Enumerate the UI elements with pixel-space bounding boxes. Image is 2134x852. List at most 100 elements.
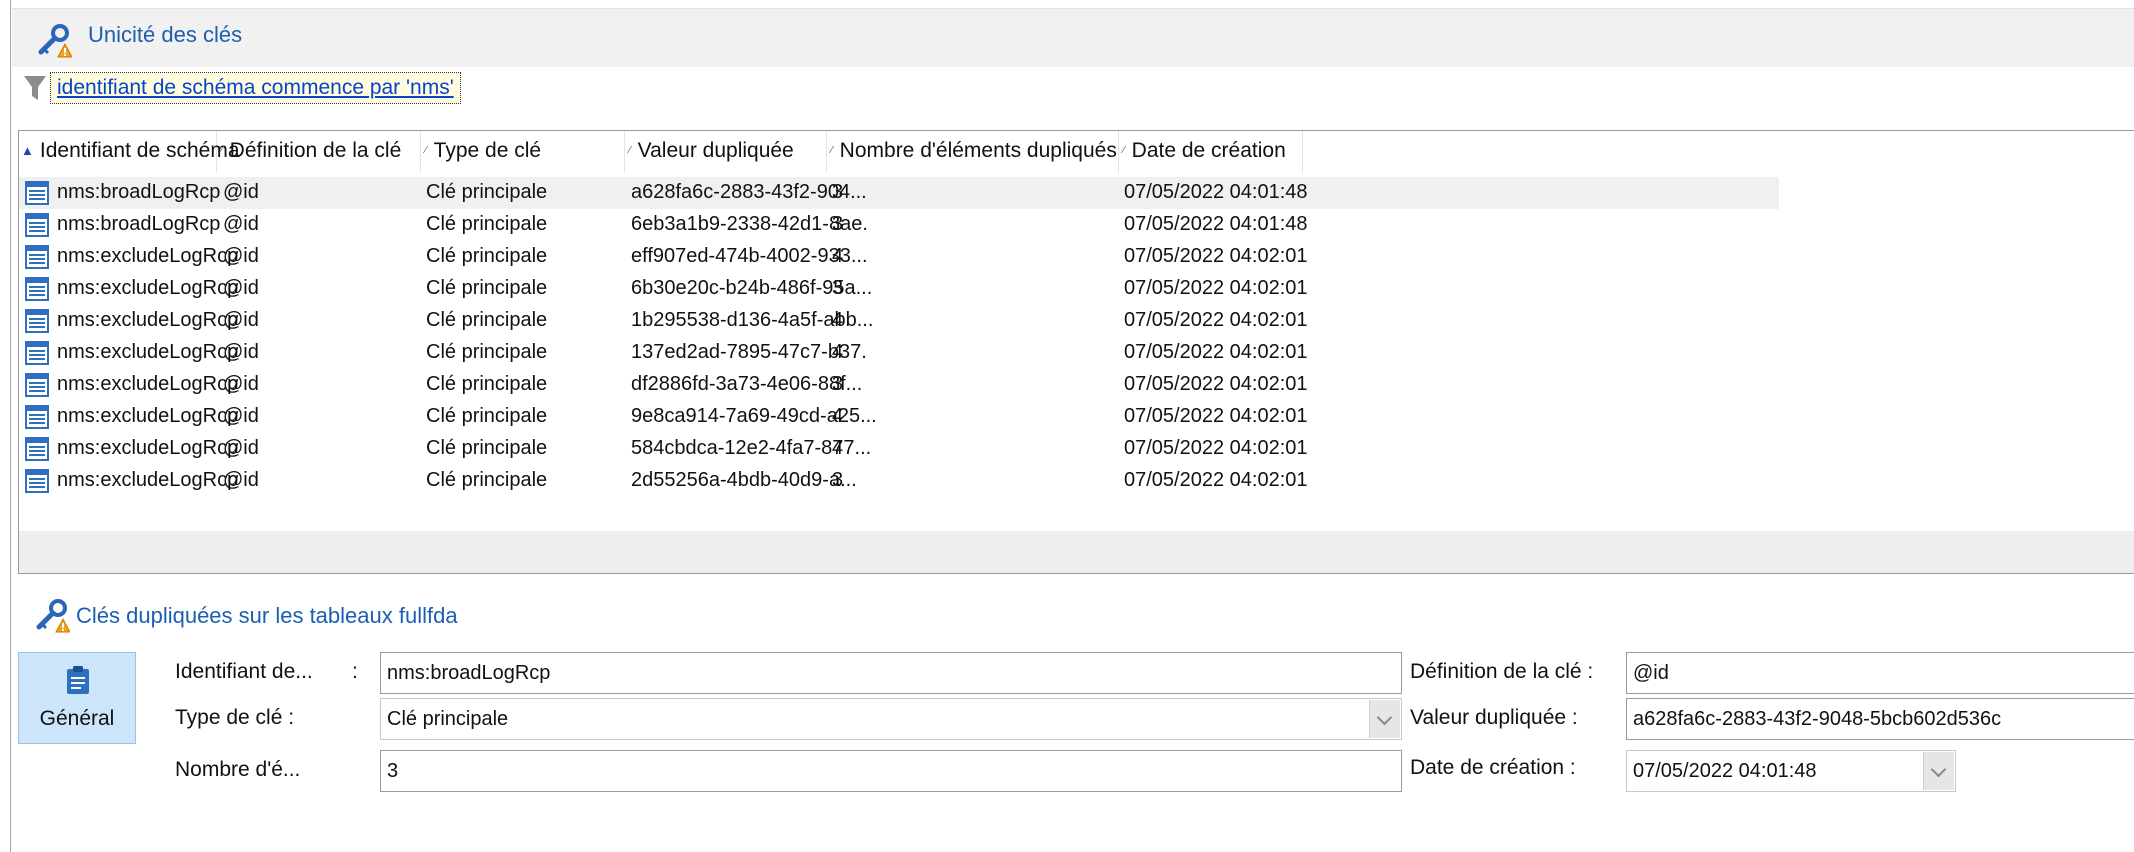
cell-creation-date: 07/05/2022 04:02:01 — [1124, 437, 1308, 459]
filter-link[interactable]: identifiant de schéma commence par 'nms' — [50, 72, 461, 104]
table-document-icon — [25, 405, 49, 429]
table-document-icon — [25, 277, 49, 301]
table-row[interactable]: nms:broadLogRcp @id Clé principale a628fa6c… — [19, 177, 1779, 209]
key-warning-icon — [38, 24, 72, 58]
table-row[interactable]: nms:excludeLogRcp @id Clé principale 2d5525… — [19, 465, 1779, 497]
column-header-duplicate-count[interactable]: ⁄ Nombre d'éléments dupliqués — [827, 131, 1119, 173]
cell-creation-date: 07/05/2022 04:02:01 — [1124, 373, 1308, 395]
table-document-icon — [25, 437, 49, 461]
cell-key-definition: @id — [223, 213, 259, 235]
table-document-icon — [25, 245, 49, 269]
chevron-down-icon[interactable] — [1369, 700, 1400, 738]
cell-schema: nms:excludeLogRcp — [57, 245, 239, 267]
table-row[interactable]: nms:excludeLogRcp @id Clé principale 1b2955… — [19, 305, 1779, 337]
key-warning-icon — [36, 599, 70, 633]
table-document-icon — [25, 469, 49, 493]
cell-schema: nms:excludeLogRcp — [57, 373, 239, 395]
cell-schema: nms:excludeLogRcp — [57, 405, 239, 427]
table-row[interactable]: nms:broadLogRcp @id Clé principale 6eb3a1b9… — [19, 209, 1779, 241]
column-header-key-type[interactable]: ⁄ Type de clé — [421, 131, 625, 173]
cell-creation-date: 07/05/2022 04:02:01 — [1124, 277, 1308, 299]
cell-duplicate-count: 3 — [832, 181, 844, 203]
column-header-key-definition[interactable]: ⁄ Définition de la clé — [217, 131, 421, 173]
creation-date-value: 07/05/2022 04:01:48 — [1633, 760, 1817, 782]
sortable-icon: ⁄ — [629, 145, 631, 157]
cell-key-definition: @id — [223, 341, 259, 363]
table-row[interactable]: nms:excludeLogRcp @id Clé principale df2886… — [19, 369, 1779, 401]
column-header-creation-date[interactable]: ⁄ Date de création — [1119, 131, 1303, 173]
cell-key-definition: @id — [223, 309, 259, 331]
sortable-icon: ⁄ — [221, 145, 223, 157]
cell-schema: nms:excludeLogRcp — [57, 277, 239, 299]
cell-key-definition: @id — [223, 373, 259, 395]
key-type-select[interactable]: Clé principale — [380, 698, 1402, 740]
section-title: Unicité des clés — [88, 22, 243, 47]
table-document-icon — [25, 341, 49, 365]
sortable-icon: ⁄ — [1123, 145, 1125, 157]
table-row[interactable]: nms:excludeLogRcp @id Clé principale 584cbd… — [19, 433, 1779, 465]
chevron-down-icon[interactable] — [1923, 752, 1954, 790]
creation-date-label: Date de création : — [1410, 756, 1576, 779]
sortable-icon: ⁄ — [831, 145, 833, 157]
cell-duplicate-value: 2d55256a-4bdb-40d9-a... — [631, 469, 857, 491]
sortable-icon: ⁄ — [425, 145, 427, 157]
table-document-icon — [25, 309, 49, 333]
count-field[interactable] — [380, 750, 1402, 792]
cell-key-definition: @id — [223, 405, 259, 427]
grid-header: ▲ Identifiant de schéma ⁄ Définition de la… — [19, 131, 2134, 173]
table-row[interactable]: nms:excludeLogRcp @id Clé principale 137ed2… — [19, 337, 1779, 369]
cell-duplicate-count: 4 — [832, 309, 844, 331]
cell-key-type: Clé principale — [426, 437, 548, 459]
grid-empty-area — [19, 531, 2134, 573]
cell-duplicate-count: 4 — [832, 437, 844, 459]
cell-key-type: Clé principale — [426, 277, 548, 299]
schema-field[interactable] — [380, 652, 1402, 694]
duplicate-value-label: Valeur dupliquée : — [1410, 706, 1578, 729]
cell-duplicate-count: 3 — [832, 469, 844, 491]
cell-schema: nms:broadLogRcp — [57, 213, 221, 235]
cell-duplicate-count: 3 — [832, 213, 844, 235]
key-type-value: Clé principale — [387, 708, 509, 730]
cell-creation-date: 07/05/2022 04:02:01 — [1124, 245, 1308, 267]
cell-duplicate-count: 4 — [832, 341, 844, 363]
cell-key-type: Clé principale — [426, 373, 548, 395]
detail-section-title: Clés dupliquées sur les tableaux fullfda — [76, 603, 458, 628]
column-header-duplicate-value[interactable]: ⁄ Valeur dupliquée — [625, 131, 827, 173]
tab-general[interactable]: Général — [18, 652, 136, 744]
table-document-icon — [25, 373, 49, 397]
cell-schema: nms:broadLogRcp — [57, 181, 221, 203]
creation-date-picker[interactable]: 07/05/2022 04:01:48 — [1626, 750, 1956, 792]
cell-creation-date: 07/05/2022 04:02:01 — [1124, 309, 1308, 331]
cell-duplicate-count: 4 — [832, 245, 844, 267]
cell-key-type: Clé principale — [426, 181, 548, 203]
table-row[interactable]: nms:excludeLogRcp @id Clé principale 6b30e2… — [19, 273, 1779, 305]
sort-ascending-icon: ▲ — [21, 143, 34, 159]
section-header: Unicité des clés — [12, 8, 2134, 67]
duplicate-value-field[interactable] — [1626, 698, 2134, 740]
cell-key-type: Clé principale — [426, 213, 548, 235]
results-grid[interactable]: ▲ Identifiant de schéma ⁄ Définition de la… — [18, 130, 2134, 574]
key-type-label: Type de clé : — [175, 706, 295, 729]
cell-key-type: Clé principale — [426, 341, 548, 363]
tab-general-label: Général — [39, 707, 115, 730]
cell-key-type: Clé principale — [426, 405, 548, 427]
table-row[interactable]: nms:excludeLogRcp @id Clé principale eff907… — [19, 241, 1779, 273]
cell-duplicate-value: df2886fd-3a73-4e06-88f... — [631, 373, 863, 395]
cell-creation-date: 07/05/2022 04:02:01 — [1124, 469, 1308, 491]
table-row[interactable]: nms:excludeLogRcp @id Clé principale 9e8ca9… — [19, 401, 1779, 433]
table-document-icon — [25, 213, 49, 237]
cell-duplicate-count: 3 — [832, 277, 844, 299]
cell-key-type: Clé principale — [426, 309, 548, 331]
cell-key-definition: @id — [223, 469, 259, 491]
cell-creation-date: 07/05/2022 04:02:01 — [1124, 405, 1308, 427]
cell-key-type: Clé principale — [426, 469, 548, 491]
cell-creation-date: 07/05/2022 04:01:48 — [1124, 181, 1308, 203]
clipboard-icon — [67, 666, 89, 694]
schema-label-colon: : — [352, 660, 358, 683]
key-definition-field[interactable] — [1626, 652, 2134, 694]
cell-duplicate-count: 4 — [832, 405, 844, 427]
count-label: Nombre d'é... — [175, 758, 301, 781]
funnel-icon — [24, 76, 46, 100]
column-header-schema[interactable]: ▲ Identifiant de schéma — [19, 131, 240, 173]
cell-key-definition: @id — [223, 181, 259, 203]
